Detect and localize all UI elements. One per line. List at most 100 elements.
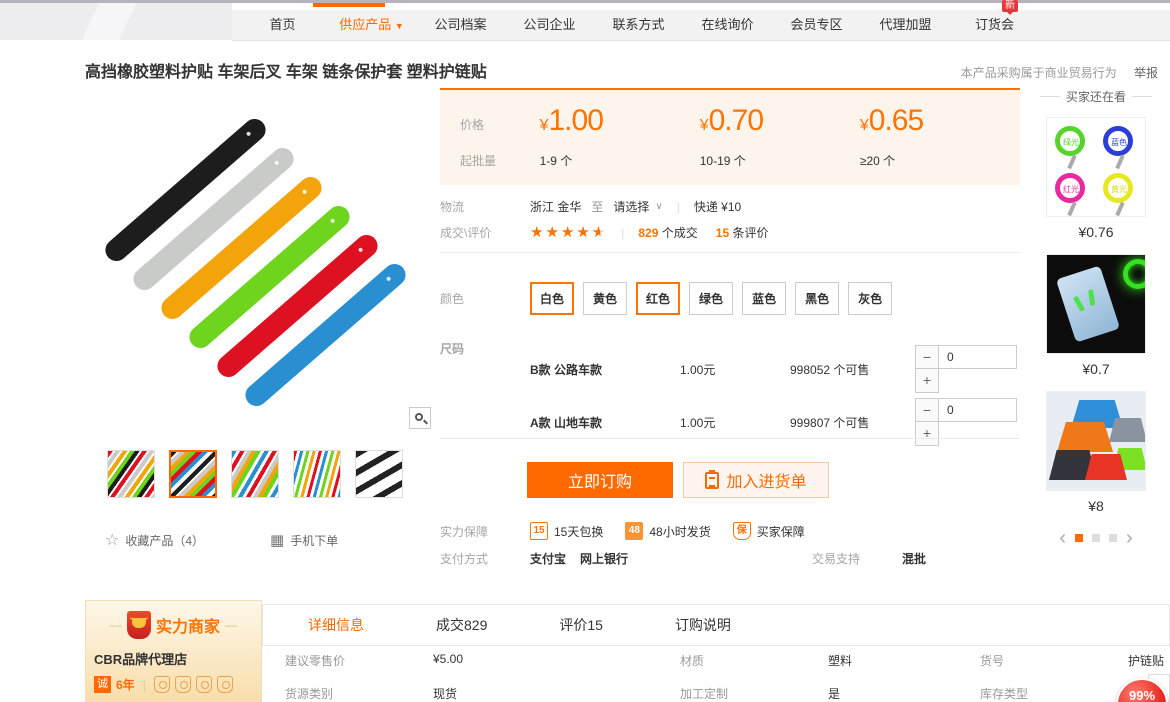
shop-banner-fragment [0,0,232,40]
pager-left-icon[interactable]: ‹ [1059,528,1066,548]
favorite-button[interactable]: ☆ 收藏产品（4） [105,530,204,550]
thumbnail-5[interactable] [355,450,403,498]
color-option-blue[interactable]: 蓝色 [742,282,786,315]
minus-button[interactable]: − [915,345,939,369]
nav-item-home[interactable]: 首页 [238,10,327,40]
guarantee-row: 实力保障 15 15天包换 48 48小时发货 保 买家保障 [440,522,1020,540]
sidebar-product-1[interactable]: 绿光 蓝色 红光 黄光 ¥0.76 [1046,117,1146,240]
yellow-light-ring: 黄光 [1103,173,1133,203]
shop-name[interactable]: CBR品牌代理店 [94,649,253,668]
sku-stock: 998052 个可售 [790,361,915,378]
zoom-magnifier-icon[interactable] [409,407,431,429]
nav-item-contact[interactable]: 联系方式 [594,10,683,40]
pager-dot-1[interactable] [1075,534,1083,542]
sidebar-product-price: ¥0.76 [1046,224,1146,240]
mobile-order-button[interactable]: ▦ 手机下单 [212,531,338,549]
integrity-icon: 诚 [94,676,111,693]
guarantee-item-15d: 15 15天包换 [530,522,603,540]
price-label: 价格 [460,104,540,138]
price-tier-2: ¥0.70 [700,104,860,138]
nav-item-agent[interactable]: 代理加盟 [861,10,950,40]
star-icon: ☆ [105,530,119,550]
tab-order-notes[interactable]: 订购说明 [675,615,731,635]
thumbnail-3[interactable] [231,450,279,498]
buyer-shield-icon: 保 [733,522,751,540]
quantity-input-b[interactable] [939,345,1017,369]
service-badge-icon-2 [175,676,191,693]
nav-item-products[interactable]: 供应产品 ▼ [327,10,416,40]
nav-item-inquiry[interactable]: 在线询价 [683,10,772,40]
glowing-wheel [1123,259,1146,289]
logistics-row: 物流 浙江 金华 至 请选择 ∨ | 快递 ¥10 [440,198,1020,215]
nav-item-order-fair[interactable]: 订货会 [950,10,1039,40]
destination-select[interactable]: 请选择 [613,198,649,215]
seller-card: — 实力商家 — CBR品牌代理店 诚 6年 | [85,600,262,702]
deals-count-link[interactable]: 829 个成交 [638,224,715,241]
sidebar-product-price: ¥0.7 [1046,361,1146,377]
ship-from: 浙江 金华 [530,198,581,215]
quantity-input-a[interactable] [939,398,1017,422]
plus-button[interactable]: + [915,422,939,446]
tab-deals[interactable]: 成交829 [436,615,487,635]
pager-right-icon[interactable]: › [1126,528,1133,548]
order-now-button[interactable]: 立即订购 [527,462,673,498]
new-badge: 新 [1002,0,1018,12]
main-product-image[interactable] [85,95,435,435]
pager-dot-2[interactable] [1092,534,1100,542]
thumbnail-4[interactable] [293,450,341,498]
nav-item-company[interactable]: 公司企业 [505,10,594,40]
moq-row: 起批量 1-9 个 10-19 个 ≥20 个 [460,152,1020,169]
pager-dot-3[interactable] [1109,534,1117,542]
mobile-order-label: 手机下单 [290,532,338,549]
gallery-actions: ☆ 收藏产品（4） ▦ 手机下单 [105,530,338,550]
deals-label: 成交\评价 [440,224,530,241]
moq-label: 起批量 [460,152,540,169]
sidebar-product-2[interactable]: ¥0.7 [1046,254,1146,377]
divider [440,438,1020,439]
thumbnail-strip [107,450,403,498]
report-link[interactable]: 举报 [1134,66,1158,80]
color-option-white[interactable]: 白色 [530,282,574,315]
sku-row-b: B款 公路车款 1.00元 998052 个可售 − + [530,345,1020,393]
color-option-gray[interactable]: 灰色 [848,282,892,315]
payment-label: 支付方式 [440,550,530,567]
moq-tier-2: 10-19 个 [700,152,860,169]
color-option-black[interactable]: 黑色 [795,282,839,315]
trade-support-label: 交易支持 [812,550,902,567]
moq-tier-1: 1-9 个 [540,152,700,169]
attribute-row: 建议零售价¥5.00 材质塑料 货号护链贴 [262,652,1170,669]
attribute-row: 货源类别现货 加工定制是 库存类型整单 [262,685,1170,702]
price-tier-3: ¥0.65 [860,104,1020,138]
payment-ebank: 网上银行 [580,550,628,567]
also-viewing-sidebar: 买家还在看 绿光 蓝色 红光 黄光 ¥0.76 ¥0.7 [1040,88,1152,548]
sidebar-pagination: ‹ › [1040,528,1152,548]
color-row: 颜色 白色 黄色 红色 绿色 蓝色 黑色 灰色 [440,282,1020,315]
service-badge-icon-1 [154,676,170,693]
nav-item-company-archive[interactable]: 公司档案 [416,10,505,40]
trade-notice-text: 本产品采购属于商业贸易行为 [961,66,1117,80]
nav-item-member-zone[interactable]: 会员专区 [772,10,861,40]
guarantee-item-48h: 48 48小时发货 [625,522,710,540]
qr-code-icon: ▦ [270,531,284,549]
tab-reviews[interactable]: 评价15 [559,615,603,635]
main-nav: 首页 供应产品 ▼ 公司档案 公司企业 联系方式 在线询价 会员专区 代理加盟 … [238,10,1039,40]
add-to-cart-button[interactable]: 加入进货单 [683,462,829,498]
action-buttons: 立即订购 加入进货单 [527,462,829,498]
title-row: 高挡橡胶塑料护贴 车架后叉 车架 链条保护套 塑料护链贴 本产品采购属于商业贸易… [85,58,1158,82]
price-box: 价格 ¥1.00 ¥0.70 ¥0.65 起批量 1-9 个 10-19 个 ≥… [440,88,1020,185]
color-option-green[interactable]: 绿色 [689,282,733,315]
red-light-ring: 红光 [1055,173,1085,203]
color-option-red[interactable]: 红色 [636,282,680,315]
blister-card [1056,266,1120,343]
thumbnail-1[interactable] [107,450,155,498]
payment-alipay: 支付宝 [530,550,566,567]
minus-button[interactable]: − [915,398,939,422]
plus-button[interactable]: + [915,369,939,393]
thumbnail-2-selected[interactable] [169,450,217,498]
sidebar-product-3[interactable]: ¥8 [1046,391,1146,514]
tab-detail-info[interactable]: 详细信息 [308,615,364,635]
color-option-yellow[interactable]: 黄色 [583,282,627,315]
add-to-cart-label: 加入进货单 [726,468,806,492]
color-options: 白色 黄色 红色 绿色 蓝色 黑色 灰色 [530,282,892,315]
reviews-count-link[interactable]: 15 条评价 [716,224,787,241]
